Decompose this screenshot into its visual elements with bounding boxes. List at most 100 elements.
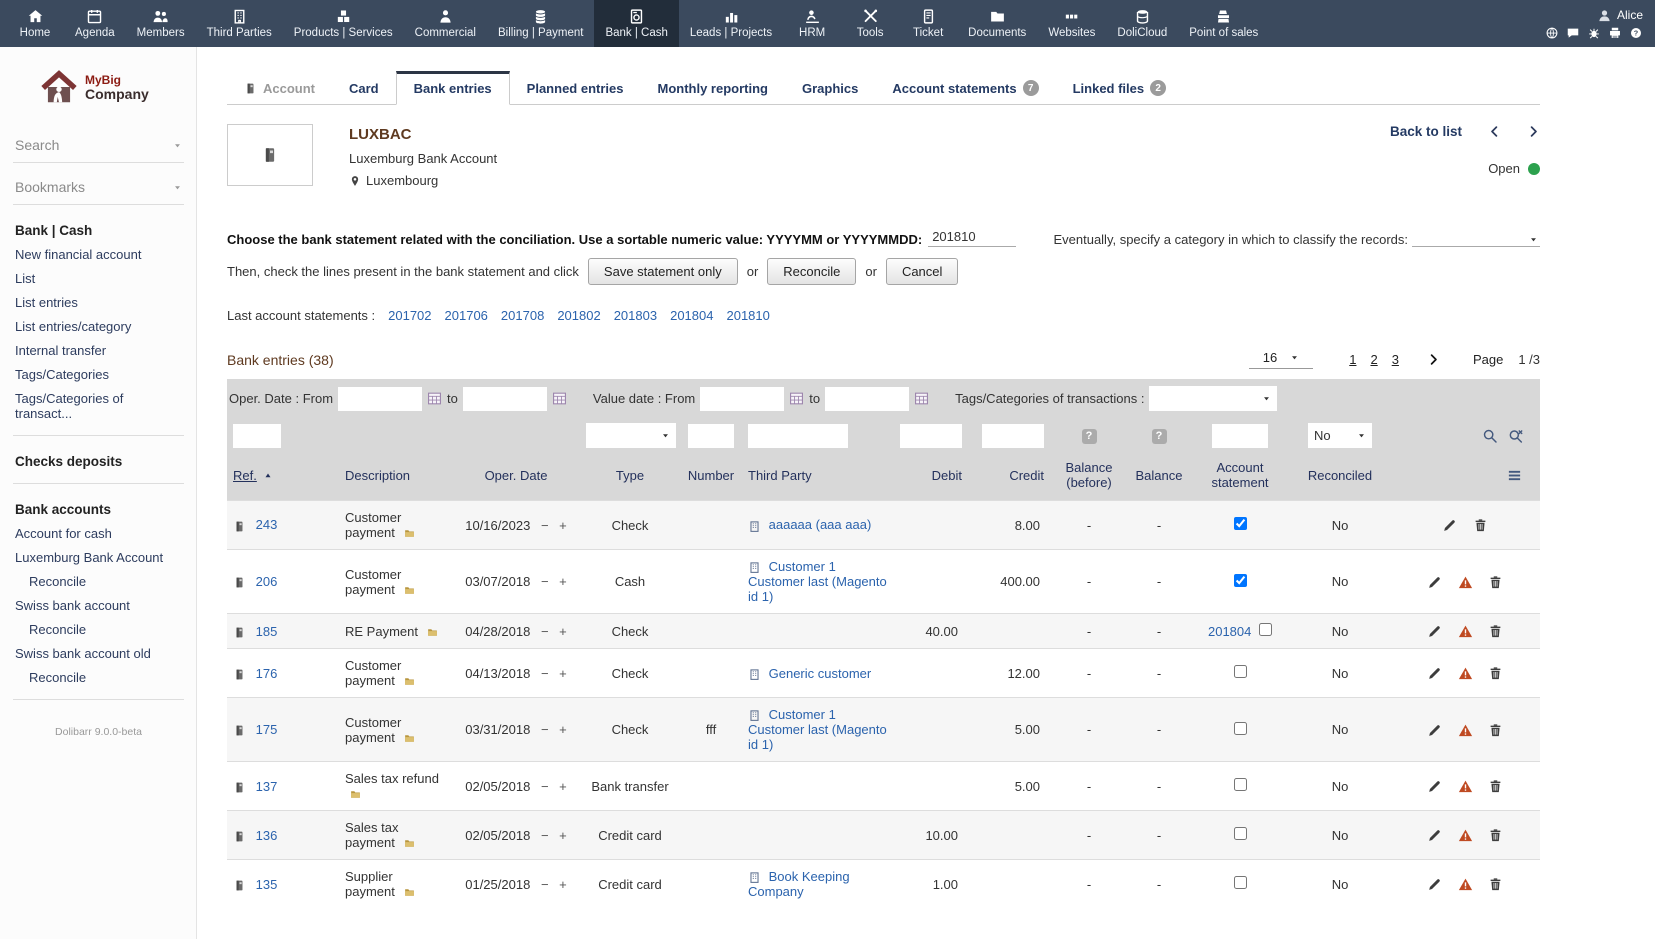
date-plus-button[interactable]: + [559, 666, 567, 681]
statement-checkbox[interactable] [1234, 722, 1247, 735]
delete-trash-icon[interactable] [1488, 723, 1503, 738]
sidebar-item[interactable]: Internal transfer [13, 338, 184, 362]
sidebar-search-toggle[interactable]: Search [13, 133, 184, 163]
delete-trash-icon[interactable] [1488, 666, 1503, 681]
third-party-link[interactable]: Generic customer [769, 666, 872, 681]
column-credit[interactable]: Credit [1009, 468, 1044, 483]
delete-trash-icon[interactable] [1488, 877, 1503, 892]
topnav-item[interactable]: Ticket [899, 0, 957, 47]
statement-checkbox[interactable] [1234, 574, 1247, 587]
date-plus-button[interactable]: + [559, 877, 567, 892]
folder-icon[interactable] [403, 528, 416, 539]
entry-ref-link[interactable]: 137 [256, 779, 278, 794]
topnav-item[interactable]: Third Parties [196, 0, 283, 47]
statement-link[interactable]: 201810 [726, 308, 769, 323]
third-party-link[interactable]: Book Keeping Company [748, 869, 850, 899]
calendar-icon[interactable] [427, 391, 442, 406]
date-plus-button[interactable]: + [559, 722, 567, 737]
statement-checkbox[interactable] [1234, 778, 1247, 791]
column-reconciled[interactable]: Reconciled [1308, 468, 1372, 483]
topnav-item[interactable]: Members [126, 0, 196, 47]
tab[interactable]: Account statements 7 [875, 71, 1055, 104]
date-minus-button[interactable]: − [541, 828, 549, 843]
edit-pencil-icon[interactable] [1427, 723, 1442, 738]
sidebar-item[interactable]: Reconcile [13, 569, 184, 593]
oper-date-from-input[interactable] [338, 387, 422, 411]
column-ref[interactable]: Ref. [233, 468, 257, 483]
topnav-item[interactable]: Leads | Projects [679, 0, 783, 47]
credit-filter-input[interactable] [982, 424, 1044, 448]
date-plus-button[interactable]: + [559, 779, 567, 794]
entry-ref-link[interactable]: 243 [256, 517, 278, 532]
statement-filter-input[interactable] [1212, 424, 1268, 448]
third-party-link[interactable]: aaaaaa (aaa aaa) [769, 517, 872, 532]
delete-trash-icon[interactable] [1473, 518, 1488, 533]
sidebar-item[interactable]: Swiss bank account old [13, 641, 184, 665]
statement-link[interactable]: 201706 [445, 308, 488, 323]
statement-link[interactable]: 201802 [557, 308, 600, 323]
date-minus-button[interactable]: − [541, 518, 549, 533]
delete-trash-icon[interactable] [1488, 575, 1503, 590]
cancel-button[interactable]: Cancel [886, 258, 958, 285]
statement-checkbox[interactable] [1234, 665, 1247, 678]
topnav-item[interactable]: Bank | Cash [594, 0, 678, 47]
edit-pencil-icon[interactable] [1427, 828, 1442, 843]
chevron-right-icon[interactable] [1527, 125, 1540, 138]
topnav-item[interactable]: Websites [1037, 0, 1106, 47]
topnav-item[interactable]: Home [6, 0, 64, 47]
sidebar-item[interactable]: Luxemburg Bank Account [13, 545, 184, 569]
topnav-item[interactable]: Commercial [404, 0, 487, 47]
help-badge[interactable]: ? [1152, 429, 1167, 444]
sidebar-item[interactable]: Swiss bank account [13, 593, 184, 617]
reconciled-filter-select[interactable]: No [1308, 423, 1372, 448]
sidebar-item[interactable]: List entries/category [13, 314, 184, 338]
reconcile-button[interactable]: Reconcile [767, 258, 856, 285]
third-party-filter-input[interactable] [748, 424, 848, 448]
chat-icon[interactable] [1566, 26, 1580, 40]
sidebar-item[interactable]: New financial account [13, 242, 184, 266]
date-plus-button[interactable]: + [559, 624, 567, 639]
select-columns-icon[interactable] [1507, 468, 1522, 483]
page-number-link[interactable]: 2 [1363, 352, 1384, 367]
statement-link[interactable]: 201702 [388, 308, 431, 323]
entry-ref-link[interactable]: 185 [256, 624, 278, 639]
topnav-item[interactable]: Point of sales [1178, 0, 1269, 47]
folder-icon[interactable] [426, 627, 439, 638]
folder-icon[interactable] [403, 887, 416, 898]
back-to-list-link[interactable]: Back to list [1390, 124, 1462, 139]
debit-filter-input[interactable] [900, 424, 962, 448]
date-minus-button[interactable]: − [541, 722, 549, 737]
sidebar-item[interactable]: Reconcile [13, 617, 184, 641]
entry-ref-link[interactable]: 135 [256, 877, 278, 892]
next-page-button[interactable] [1427, 353, 1440, 366]
company-logo[interactable]: MyBig Company [39, 69, 184, 107]
topnav-item[interactable]: Tools [841, 0, 899, 47]
tab[interactable]: Planned entries [510, 72, 641, 104]
tags-filter-select[interactable] [1149, 386, 1277, 411]
third-party-link[interactable]: Customer 1 Customer last (Magento id 1) [748, 559, 887, 604]
sidebar-item[interactable]: Reconcile [13, 665, 184, 689]
oper-date-to-input[interactable] [463, 387, 547, 411]
entry-ref-link[interactable]: 206 [256, 574, 278, 589]
date-plus-button[interactable]: + [559, 828, 567, 843]
statement-link[interactable]: 201804 [670, 308, 713, 323]
date-minus-button[interactable]: − [541, 779, 549, 794]
statement-checkbox[interactable] [1234, 876, 1247, 889]
statement-checkbox[interactable] [1259, 623, 1272, 636]
bug-icon[interactable] [1587, 26, 1601, 40]
calendar-icon[interactable] [789, 391, 804, 406]
folder-icon[interactable] [403, 585, 416, 596]
entry-ref-link[interactable]: 176 [256, 666, 278, 681]
ref-filter-input[interactable] [233, 424, 281, 448]
tab[interactable]: Monthly reporting [640, 72, 785, 104]
sidebar-item[interactable]: Tags/Categories of transact... [13, 386, 184, 425]
topnav-item[interactable]: DoliCloud [1106, 0, 1178, 47]
chevron-left-icon[interactable] [1488, 125, 1501, 138]
topnav-item[interactable]: Agenda [64, 0, 126, 47]
third-party-link[interactable]: Customer 1 Customer last (Magento id 1) [748, 707, 887, 752]
edit-pencil-icon[interactable] [1427, 877, 1442, 892]
topnav-item[interactable]: Documents [957, 0, 1037, 47]
category-select[interactable] [1412, 233, 1540, 247]
statement-link[interactable]: 201708 [501, 308, 544, 323]
edit-pencil-icon[interactable] [1427, 666, 1442, 681]
